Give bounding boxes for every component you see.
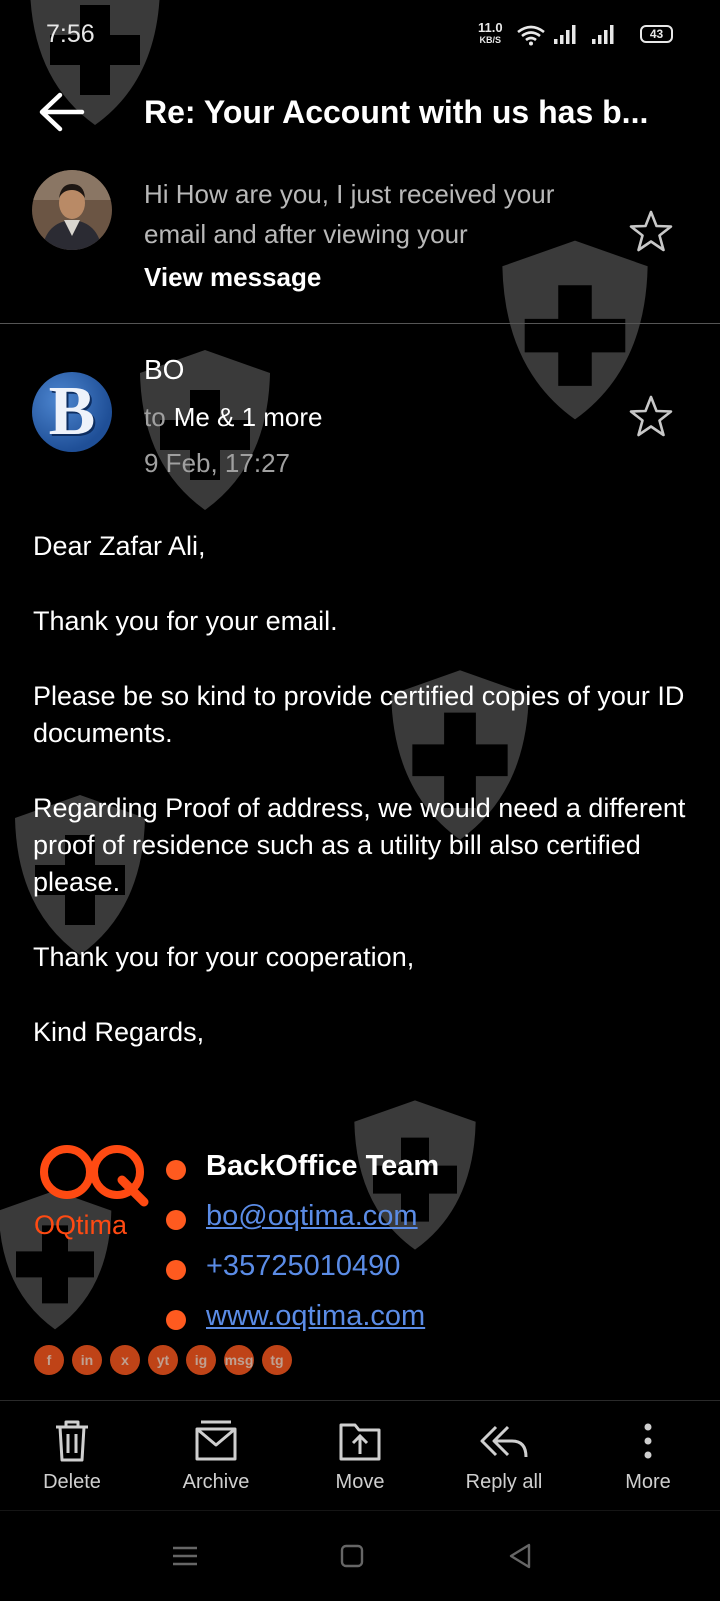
person-icon (166, 1160, 186, 1180)
x-icon[interactable]: x (110, 1345, 140, 1375)
delete-label: Delete (43, 1471, 101, 1493)
battery-indicator: 43 (640, 25, 673, 43)
avatar-letter: B (48, 373, 96, 450)
body-paragraph: Regarding Proof of address, we would nee… (33, 793, 686, 897)
back-button[interactable] (36, 90, 88, 134)
email-subject: Re: Your Account with us has b... (144, 94, 649, 130)
more-button[interactable]: More (576, 1401, 720, 1511)
move-button[interactable]: Move (288, 1401, 432, 1511)
signal-icon (554, 25, 576, 44)
sender-name: BO (144, 354, 185, 385)
star-button[interactable] (627, 393, 675, 441)
phone-icon (166, 1260, 186, 1280)
signature-email-link[interactable]: bo@oqtima.com (206, 1200, 418, 1233)
body-paragraph: Thank you for your cooperation, (33, 942, 415, 972)
globe-icon (166, 1310, 186, 1330)
linkedin-icon[interactable]: in (72, 1345, 102, 1375)
system-nav-bar (0, 1510, 720, 1601)
more-vertical-icon (644, 1423, 652, 1459)
body-paragraph: Please be so kind to provide certified c… (33, 681, 685, 748)
status-bar: 7:56 11.0 KB/S 43 (0, 0, 720, 72)
delete-button[interactable]: Delete (0, 1401, 144, 1511)
menu-lines-icon (173, 1546, 197, 1566)
sender-avatar[interactable]: B (32, 372, 112, 452)
email-icon (166, 1210, 186, 1230)
reply-all-icon (480, 1425, 528, 1458)
arrow-left-icon (39, 92, 85, 132)
facebook-icon[interactable]: f (34, 1345, 64, 1375)
youtube-icon[interactable]: yt (148, 1345, 178, 1375)
bottom-toolbar: Delete Archive Move Reply all More (0, 1400, 720, 1511)
to-label: to (144, 402, 166, 432)
archive-icon (195, 1420, 237, 1461)
messenger-icon[interactable]: msg (224, 1345, 254, 1375)
triangle-back-icon (509, 1543, 531, 1569)
more-label: More (625, 1471, 671, 1493)
back-nav-button[interactable] (480, 1511, 560, 1601)
body-paragraph: Thank you for your email. (33, 606, 338, 636)
recents-button[interactable] (145, 1511, 225, 1601)
signature-phone[interactable]: +35725010490 (206, 1250, 400, 1283)
network-speed-unit: KB/S (479, 35, 502, 45)
reply-all-label: Reply all (465, 1471, 543, 1493)
wifi-icon (517, 25, 545, 46)
home-button[interactable] (312, 1511, 392, 1601)
archive-button[interactable]: Archive (144, 1401, 288, 1511)
person-photo-icon (32, 170, 112, 250)
move-label: Move (335, 1471, 385, 1493)
folder-move-icon (339, 1423, 381, 1461)
body-paragraph: Dear Zafar Ali, (33, 531, 206, 561)
sender-avatar-photo[interactable] (32, 170, 112, 250)
signature-name: BackOffice Team (206, 1150, 440, 1182)
recipients-text: Me & 1 more (173, 402, 323, 432)
oqtima-logo: OQtima (34, 1140, 152, 1240)
message-preview[interactable]: Hi How are you, I just received your ema… (144, 174, 594, 254)
recipients-toggle[interactable]: to Me & 1 more (144, 402, 323, 433)
network-speed-value: 11.0 (478, 20, 503, 35)
view-message-link[interactable]: View message (144, 262, 321, 293)
reply-all-button[interactable]: Reply all (432, 1401, 576, 1511)
divider (0, 323, 720, 324)
message-body: Dear Zafar Ali, Thank you for your email… (33, 528, 693, 1089)
star-icon (629, 210, 673, 252)
social-links: f in x yt ig msg tg (34, 1345, 292, 1375)
logo-wordmark: OQtima (34, 1210, 128, 1240)
telegram-icon[interactable]: tg (262, 1345, 292, 1375)
archive-label: Archive (182, 1471, 250, 1493)
signature-website-link[interactable]: www.oqtima.com (206, 1300, 425, 1333)
star-icon (629, 395, 673, 437)
square-home-icon (340, 1544, 364, 1568)
message-date: 9 Feb, 17:27 (144, 448, 290, 478)
status-time: 7:56 (46, 20, 95, 48)
trash-icon (56, 1420, 88, 1462)
body-paragraph: Kind Regards, (33, 1017, 205, 1047)
network-speed: 11.0 KB/S (478, 20, 503, 46)
oqtima-logo-icon: OQtima (34, 1145, 149, 1240)
signal-icon (592, 25, 614, 44)
instagram-icon[interactable]: ig (186, 1345, 216, 1375)
star-button[interactable] (627, 208, 675, 256)
